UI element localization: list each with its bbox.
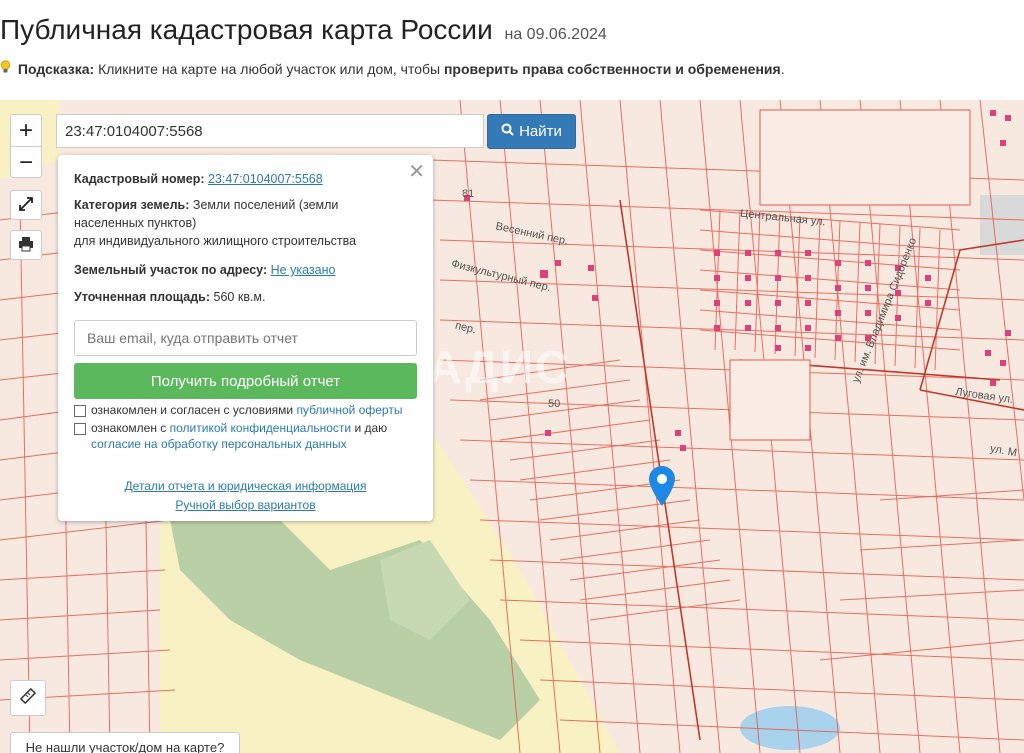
- cadastral-number-link[interactable]: 23:47:0104007:5568: [208, 172, 323, 186]
- ruler-icon: [19, 687, 37, 710]
- not-found-button[interactable]: Не нашли участок/дом на карте?: [10, 732, 240, 753]
- parcel-number-81: 81: [462, 188, 475, 200]
- offer-checkbox[interactable]: [74, 404, 86, 417]
- email-field[interactable]: [74, 320, 417, 356]
- personal-data-link[interactable]: согласие на обработку персональных данны…: [91, 437, 347, 451]
- title-text: Публичная кадастровая карта России: [0, 14, 493, 45]
- print-button[interactable]: [10, 230, 42, 260]
- map-marker-icon[interactable]: [649, 466, 675, 511]
- privacy-text: ознакомлен с: [91, 421, 170, 435]
- land-category-value-2: населенных пунктов): [74, 216, 197, 230]
- area-row: Уточненная площадь: 560 кв.м.: [74, 288, 417, 306]
- hint: Подсказка: Кликните на карте на любой уч…: [0, 60, 785, 77]
- ruler-button[interactable]: [10, 680, 46, 716]
- search-icon: [501, 123, 514, 140]
- address-row: Земельный участок по адресу: Не указано: [74, 261, 417, 279]
- hint-text: Кликните на карте на любой участок или д…: [94, 61, 444, 77]
- address-link[interactable]: Не указано: [271, 263, 336, 277]
- manual-link-row: Ручной выбор вариантов: [58, 498, 433, 512]
- area-label: Уточненная площадь:: [74, 290, 211, 304]
- fullscreen-button[interactable]: [10, 190, 42, 220]
- cadastral-number-row: Кадастровый номер: 23:47:0104007:5568: [74, 170, 417, 188]
- privacy-checkbox[interactable]: [74, 422, 86, 435]
- hint-bold: проверить права собственности и обремене…: [443, 61, 781, 77]
- privacy-link[interactable]: политикой конфиденциальности: [170, 421, 351, 435]
- manual-selection-link[interactable]: Ручной выбор вариантов: [175, 498, 315, 512]
- land-category-row: Категория земель: Земли поселений (земли…: [74, 196, 417, 250]
- page-title: Публичная кадастровая карта России на 09…: [0, 14, 607, 46]
- details-link-row: Детали отчета и юридическая информация: [58, 479, 433, 493]
- search-button[interactable]: Найти: [487, 114, 576, 149]
- privacy-consent: ознакомлен с политикой конфиденциальност…: [74, 420, 417, 452]
- parcel-number-50: 50: [548, 398, 561, 410]
- lightbulb-icon: [0, 60, 14, 77]
- land-category-label: Категория земель:: [74, 198, 190, 212]
- expand-icon: [18, 192, 34, 218]
- zoom-control: + −: [10, 114, 42, 178]
- area-value: 560 кв.м.: [213, 290, 266, 304]
- get-report-button[interactable]: Получить подробный отчет: [74, 363, 417, 399]
- header: Публичная кадастровая карта России на 09…: [0, 0, 1024, 100]
- offer-consent: ознакомлен и согласен с условиями публич…: [74, 402, 417, 418]
- zoom-in-button[interactable]: +: [11, 115, 41, 146]
- date-label: на 09.06.2024: [504, 26, 607, 43]
- print-icon: [18, 232, 34, 258]
- hint-label: Подсказка:: [17, 61, 95, 77]
- cadastral-map[interactable]: ВЛАДИС Центральная ул. Весенний пер. Физ…: [0, 100, 1024, 753]
- search-button-label: Найти: [519, 123, 562, 140]
- land-category-value-3: для индивидуального жилищного строительс…: [74, 234, 357, 248]
- address-label: Земельный участок по адресу:: [74, 263, 268, 277]
- cadastral-number-label: Кадастровый номер:: [74, 172, 205, 186]
- cadastral-search-input[interactable]: [56, 114, 484, 148]
- parcel-info-popup: ✕ Кадастровый номер: 23:47:0104007:5568 …: [58, 155, 433, 521]
- offer-link[interactable]: публичной оферты: [296, 403, 402, 417]
- privacy-text-2: и даю: [351, 421, 388, 435]
- land-category-value-1: Земли поселений (земли: [192, 198, 339, 212]
- offer-text: ознакомлен и согласен с условиями: [91, 403, 297, 417]
- hint-end: .: [780, 61, 785, 77]
- zoom-out-button[interactable]: −: [11, 146, 41, 178]
- report-details-link[interactable]: Детали отчета и юридическая информация: [125, 479, 367, 493]
